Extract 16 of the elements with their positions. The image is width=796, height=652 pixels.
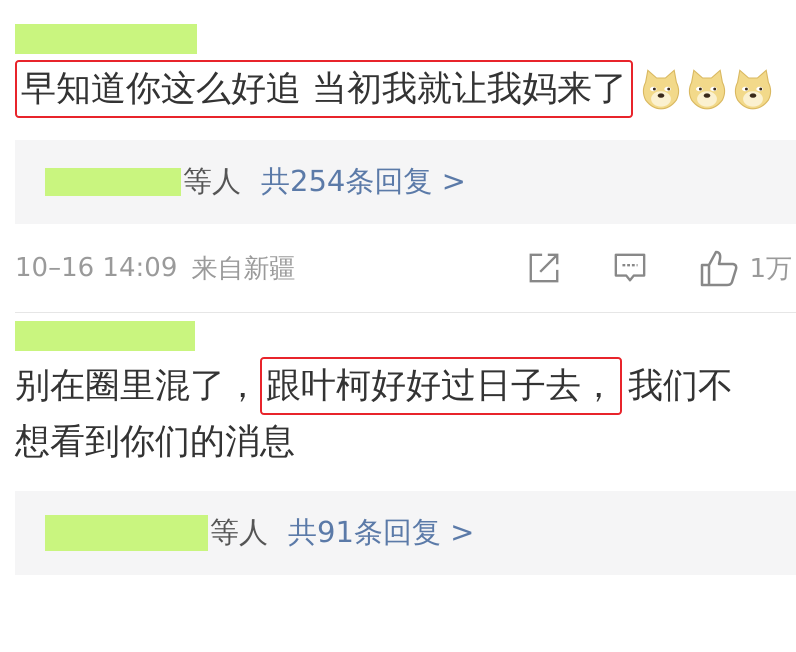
reply-authors: 等人 — [183, 163, 241, 200]
location-text: 来自新疆 — [191, 252, 296, 286]
view-replies-link[interactable]: 共91条回复 > — [288, 513, 474, 553]
comment-text: 我们不 — [628, 365, 733, 408]
highlighted-text: 早知道你这么好追 当初我就让我妈来了 — [15, 60, 634, 118]
timestamp: 10–16 14:09 — [15, 253, 178, 283]
comment-text: 想看到你们的消息 — [15, 421, 295, 464]
reply-authors: 等人 — [210, 514, 268, 551]
comment-text: 别在圈里混了， — [15, 365, 260, 408]
view-replies-link[interactable]: 共254条回复 > — [261, 162, 466, 202]
share-icon[interactable] — [527, 251, 562, 285]
replies-panel[interactable]: 等人 共254条回复 > — [15, 140, 796, 224]
replies-panel[interactable]: 等人 共91条回复 > — [15, 491, 796, 575]
highlighted-text: 跟叶柯好好过日子去， — [260, 357, 622, 415]
like-count: 1万 — [749, 252, 792, 286]
thumbs-up-icon[interactable] — [699, 248, 740, 288]
